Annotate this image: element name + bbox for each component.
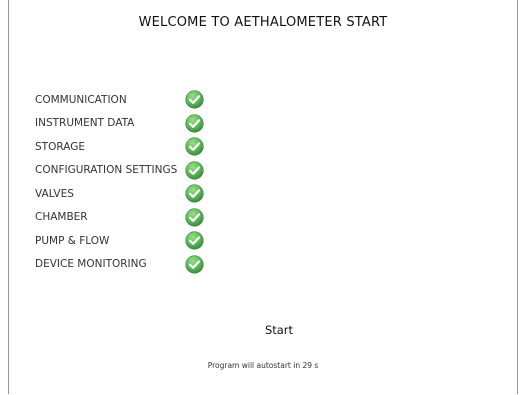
check-label: COMMUNICATION <box>35 93 127 106</box>
check-label: DEVICE MONITORING <box>35 258 147 271</box>
check-label: CONFIGURATION SETTINGS <box>35 164 178 177</box>
check-list: COMMUNICATION INSTRUMENT DATA STORAGE CO… <box>35 88 204 276</box>
check-circle-icon <box>185 231 204 250</box>
check-label: CHAMBER <box>35 211 88 224</box>
check-label: PUMP & FLOW <box>35 234 110 247</box>
check-label: STORAGE <box>35 140 85 153</box>
check-circle-icon <box>185 184 204 203</box>
check-item-pump-flow: PUMP & FLOW <box>35 229 204 253</box>
check-item-communication: COMMUNICATION <box>35 88 204 112</box>
check-item-instrument-data: INSTRUMENT DATA <box>35 112 204 136</box>
check-circle-icon <box>185 114 204 133</box>
check-item-configuration-settings: CONFIGURATION SETTINGS <box>35 159 204 183</box>
start-button[interactable]: Start <box>254 318 304 342</box>
check-label: INSTRUMENT DATA <box>35 117 135 130</box>
page-title: WELCOME TO AETHALOMETER START <box>138 15 388 30</box>
check-circle-icon <box>185 255 204 274</box>
check-circle-icon <box>185 208 204 227</box>
check-circle-icon <box>185 137 204 156</box>
check-item-device-monitoring: DEVICE MONITORING <box>35 253 204 277</box>
welcome-panel: WELCOME TO AETHALOMETER START COMMUNICAT… <box>8 0 518 394</box>
autostart-countdown: Program will autostart in 29 s <box>207 361 319 370</box>
check-item-storage: STORAGE <box>35 135 204 159</box>
check-circle-icon <box>185 90 204 109</box>
check-item-chamber: CHAMBER <box>35 206 204 230</box>
check-item-valves: VALVES <box>35 182 204 206</box>
check-label: VALVES <box>35 187 74 200</box>
check-circle-icon <box>185 161 204 180</box>
